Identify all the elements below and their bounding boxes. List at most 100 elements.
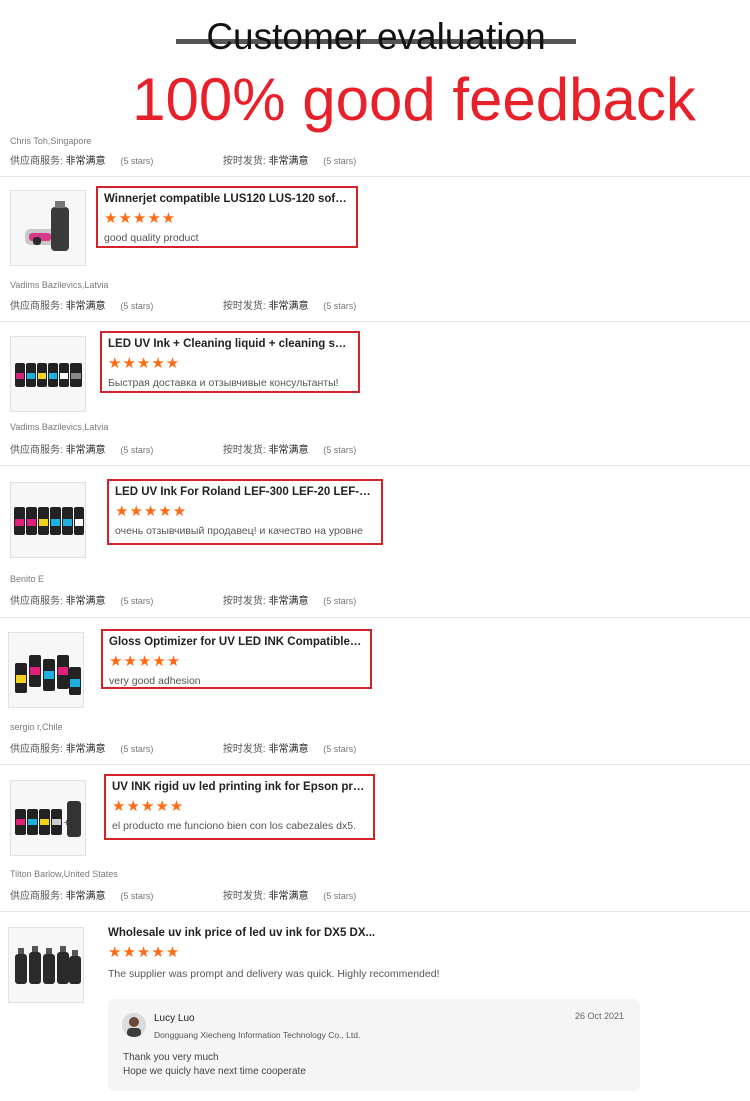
product-title-link[interactable]: Winnerjet compatible LUS120 LUS-120 soft… — [104, 191, 350, 207]
shipping-stars: (5 stars) — [323, 891, 357, 901]
rating-row: 供应商服务: 非常满意 (5 stars) 按时发货: 非常满意 (5 star… — [10, 740, 356, 755]
divider — [0, 764, 750, 765]
product-title-link[interactable]: LED UV Ink For Roland LEF-300 LEF-20 LEF… — [115, 484, 375, 500]
ink-bottles-image — [11, 191, 85, 265]
rating-row: 供应商服务: 非常满意 (5 stars) 按时发货: 非常满意 (5 star… — [10, 152, 356, 167]
service-label: 供应商服务: — [10, 596, 63, 607]
divider — [0, 321, 750, 322]
review-comment: very good adhesion — [109, 675, 201, 687]
service-stars: (5 stars) — [120, 596, 154, 606]
reply-date: 26 Oct 2021 — [574, 1011, 624, 1021]
reply-line: Hope we quicly have next time cooperate — [123, 1066, 306, 1077]
service-value: 非常满意 — [65, 301, 106, 312]
divider — [0, 617, 750, 618]
divider — [0, 176, 750, 177]
review-highlight-box: Gloss Optimizer for UV LED INK Compatibl… — [101, 629, 372, 689]
reviewer-name: Tilton Barlow,United States — [10, 869, 118, 879]
review-comment: Быстрая доставка и отзывчивые консультан… — [108, 377, 339, 389]
review-entry: Wholesale uv ink price of led uv ink for… — [108, 925, 668, 981]
star-rating: ★★★★★ — [115, 503, 188, 520]
shipping-label: 按时发货: — [222, 596, 266, 607]
shipping-stars: (5 stars) — [323, 596, 357, 606]
page-title: Customer evaluation — [206, 16, 546, 57]
shipping-label: 按时发货: — [222, 891, 266, 902]
divider — [0, 911, 750, 912]
rating-row: 供应商服务: 非常满意 (5 stars) 按时发货: 非常满意 (5 star… — [10, 441, 356, 456]
product-thumbnail[interactable] — [8, 927, 84, 1003]
service-label: 供应商服务: — [10, 744, 63, 755]
service-stars: (5 stars) — [120, 891, 154, 901]
shipping-value: 非常满意 — [268, 891, 309, 902]
svg-text:+: + — [63, 818, 70, 827]
rating-row: 供应商服务: 非常满意 (5 stars) 按时发货: 非常满意 (5 star… — [10, 592, 356, 607]
review-comment: good quality product — [104, 232, 199, 244]
shipping-stars: (5 stars) — [323, 744, 357, 754]
product-thumbnail[interactable]: + — [10, 780, 86, 856]
star-rating: ★★★★★ — [104, 210, 177, 227]
service-value: 非常满意 — [65, 744, 106, 755]
service-stars: (5 stars) — [120, 156, 154, 166]
review-highlight-box: Winnerjet compatible LUS120 LUS-120 soft… — [96, 186, 358, 248]
star-rating: ★★★★★ — [112, 798, 185, 815]
supplier-reply-card: Lucy Luo Dongguang Xiecheng Information … — [108, 999, 640, 1091]
ink-bottles-image — [11, 483, 85, 557]
product-title-link[interactable]: Gloss Optimizer for UV LED INK Compatibl… — [109, 634, 364, 650]
ink-bottles-image — [9, 633, 83, 707]
shipping-stars: (5 stars) — [323, 445, 357, 455]
avatar — [122, 1013, 146, 1037]
star-rating: ★★★★★ — [108, 944, 181, 961]
service-stars: (5 stars) — [120, 445, 154, 455]
shipping-value: 非常满意 — [268, 156, 309, 167]
feedback-headline: 100% good feedback — [132, 66, 696, 133]
review-comment: el producto me funciono bien con los cab… — [112, 820, 356, 832]
rating-row: 供应商服务: 非常满意 (5 stars) 按时发货: 非常满意 (5 star… — [10, 887, 356, 902]
reviewer-name: Vadims Bazilevics,Latvia — [10, 280, 109, 290]
review-highlight-box: LED UV Ink + Cleaning liquid + cleaning … — [100, 331, 360, 393]
reply-author-name: Lucy Luo — [154, 1013, 195, 1024]
shipping-label: 按时发货: — [222, 156, 266, 167]
product-thumbnail[interactable] — [10, 482, 86, 558]
star-rating: ★★★★★ — [108, 355, 181, 372]
product-thumbnail[interactable] — [10, 190, 86, 266]
shipping-value: 非常满意 — [268, 596, 309, 607]
shipping-label: 按时发货: — [222, 744, 266, 755]
shipping-stars: (5 stars) — [323, 301, 357, 311]
service-label: 供应商服务: — [10, 445, 63, 456]
reply-company: Dongguang Xiecheng Information Technolog… — [154, 1030, 361, 1040]
service-label: 供应商服务: — [10, 301, 63, 312]
service-stars: (5 stars) — [120, 301, 154, 311]
review-comment: The supplier was prompt and delivery was… — [108, 968, 440, 980]
service-value: 非常满意 — [65, 156, 106, 167]
ink-bottles-image: + — [11, 781, 85, 855]
reply-message: Thank you very much Hope we quicly have … — [123, 1051, 306, 1079]
product-thumbnail[interactable] — [10, 336, 86, 412]
service-value: 非常满意 — [65, 596, 106, 607]
service-value: 非常满意 — [65, 445, 106, 456]
header: Customer evaluation 100% good feedback — [0, 0, 750, 135]
star-rating: ★★★★★ — [109, 653, 182, 670]
service-label: 供应商服务: — [10, 156, 63, 167]
person-icon — [122, 1013, 146, 1037]
product-thumbnail[interactable] — [8, 632, 84, 708]
shipping-value: 非常满意 — [268, 301, 309, 312]
service-label: 供应商服务: — [10, 891, 63, 902]
product-title-link[interactable]: Wholesale uv ink price of led uv ink for… — [108, 925, 668, 941]
review-highlight-box: LED UV Ink For Roland LEF-300 LEF-20 LEF… — [107, 479, 383, 545]
shipping-value: 非常满意 — [268, 445, 309, 456]
service-value: 非常满意 — [65, 891, 106, 902]
review-highlight-box: UV INK rigid uv led printing ink for Eps… — [104, 774, 375, 840]
rating-row: 供应商服务: 非常满意 (5 stars) 按时发货: 非常满意 (5 star… — [10, 297, 356, 312]
reply-line: Thank you very much — [123, 1052, 219, 1063]
divider — [0, 465, 750, 466]
reviewer-name: Vadims Bazilevics,Latvia — [10, 422, 109, 432]
title-block: Customer evaluation — [176, 14, 576, 64]
product-title-link[interactable]: UV INK rigid uv led printing ink for Eps… — [112, 779, 367, 795]
reviewer-name: sergio r,Chile — [10, 722, 63, 732]
reviewer-name: Chris Toh,Singapore — [10, 136, 92, 146]
shipping-label: 按时发货: — [222, 445, 266, 456]
ink-bottles-image — [11, 337, 85, 411]
service-stars: (5 stars) — [120, 744, 154, 754]
shipping-value: 非常满意 — [268, 744, 309, 755]
product-title-link[interactable]: LED UV Ink + Cleaning liquid + cleaning … — [108, 336, 352, 352]
ink-bottles-image — [9, 928, 83, 1002]
